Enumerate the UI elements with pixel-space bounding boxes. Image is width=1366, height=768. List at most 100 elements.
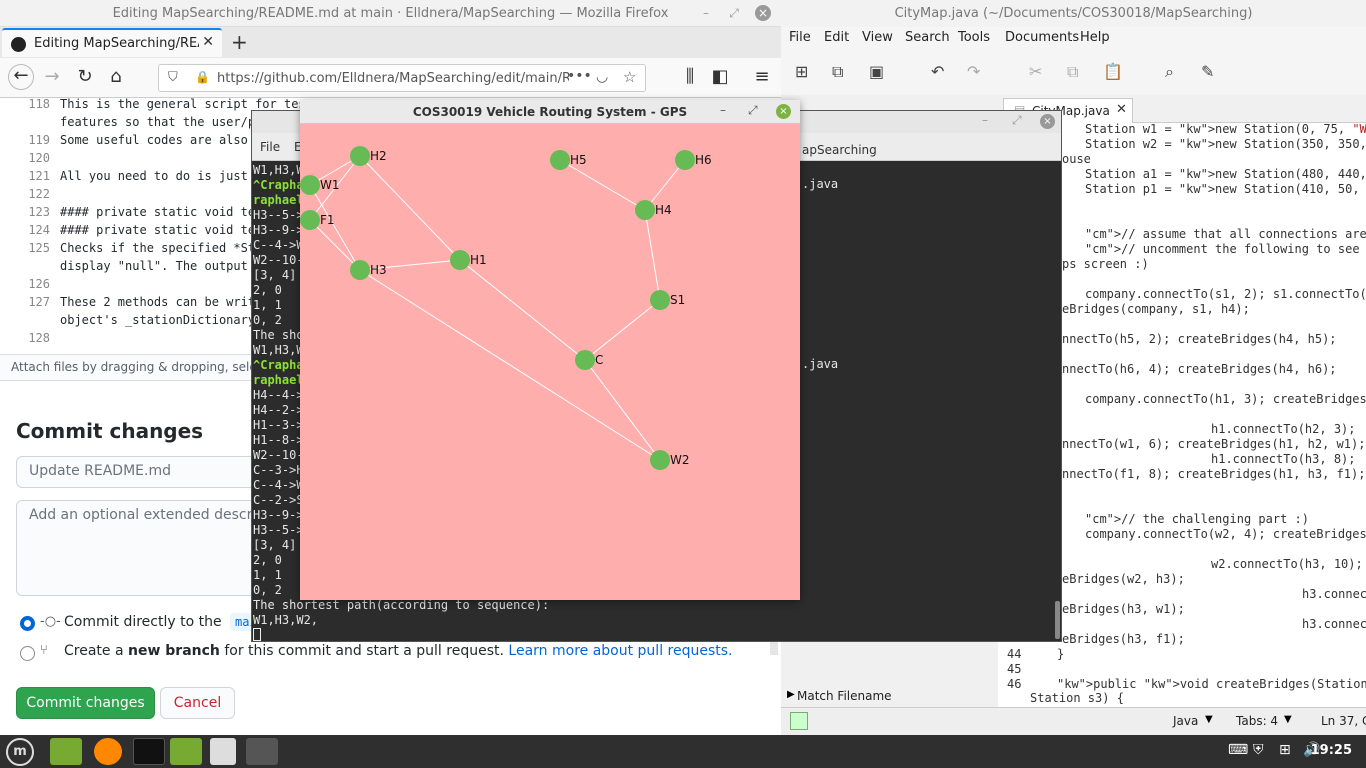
node-C[interactable] [575, 350, 595, 370]
gps-window: COS30019 Vehicle Routing System - GPS – … [300, 100, 800, 600]
commit-direct-radio[interactable] [20, 616, 35, 631]
terminal-icon[interactable] [133, 738, 165, 765]
library-icon[interactable]: ⫼ [678, 66, 702, 87]
forward-icon[interactable]: → [40, 66, 64, 87]
close-tab-icon[interactable]: ✕ [202, 34, 214, 50]
minimize-icon[interactable]: – [720, 103, 726, 117]
cut-icon[interactable]: ✂ [1029, 62, 1042, 81]
node-label-W2: W2 [670, 453, 690, 467]
menu-tools[interactable]: Tools [958, 30, 990, 45]
language-selector[interactable]: Java [1173, 714, 1198, 728]
editor-line-number: 44 [1007, 647, 1022, 661]
folder-icon[interactable] [170, 738, 202, 765]
clock[interactable]: 19:25 [1311, 743, 1352, 758]
firefox-icon[interactable] [94, 738, 122, 765]
minimize-icon[interactable]: – [982, 113, 988, 127]
terminal-line: 0, 2 [253, 583, 282, 597]
editor-code-line: Station w2 = "kw">new Station(350, 350, … [1085, 137, 1366, 151]
cursor-position: Ln 37, Co [1321, 714, 1366, 728]
paste-icon[interactable]: 📋 [1103, 62, 1123, 81]
keyboard-icon[interactable]: ⌨ [1228, 742, 1248, 758]
menu-icon[interactable]: ≡ [750, 66, 774, 87]
bookmark-star-icon[interactable]: ☆ [623, 68, 636, 86]
search-icon[interactable]: ⌕ [1165, 62, 1174, 82]
close-icon[interactable]: × [776, 104, 791, 119]
menu-edit[interactable]: Edit [824, 30, 849, 45]
node-H2[interactable] [350, 146, 370, 166]
expander-icon: ▶ [787, 689, 795, 700]
close-tab-icon[interactable]: ✕ [1116, 102, 1127, 117]
url-bar[interactable]: ⛉ 🔒 https://github.com/Elldnera/MapSearc… [158, 64, 646, 92]
node-H5[interactable] [550, 150, 570, 170]
terminal-line: H4--4-> [253, 388, 304, 402]
close-icon[interactable]: × [1040, 114, 1055, 129]
terminal-line: W1,H3,W [253, 163, 304, 177]
sidebar-icon[interactable]: ◧ [708, 66, 732, 87]
new-tab-icon[interactable]: + [231, 30, 248, 54]
code-line: #### private static void te [60, 205, 256, 219]
shield-icon[interactable]: ⛉ [168, 70, 178, 85]
maximize-icon[interactable]: ⤢ [726, 5, 742, 21]
text-editor-icon[interactable] [210, 738, 236, 765]
lock-icon[interactable]: 🔒 [195, 70, 210, 84]
tab-width-selector[interactable]: Tabs: 4 [1236, 714, 1278, 728]
editor-code-line: company.connectTo(h1, 3); createBridges( [1085, 392, 1366, 406]
terminal-line: W1,H3,W [253, 343, 304, 357]
save-icon[interactable]: ▣ [869, 62, 884, 81]
find-replace-icon[interactable]: ✎ [1201, 62, 1214, 81]
terminal-line: W1,H3,W2, [253, 613, 319, 627]
redo-icon[interactable]: ↷ [967, 62, 980, 81]
editor-code-line: "cm">// assume that all connections are … [1085, 227, 1366, 241]
terminal-line: ^Crapha [253, 178, 304, 192]
menu-help[interactable]: Help [1080, 30, 1110, 45]
open-icon[interactable]: ⧉ [832, 62, 843, 82]
copy-icon[interactable]: ⧉ [1067, 62, 1078, 82]
close-icon[interactable]: × [755, 5, 771, 21]
menu-file[interactable]: File [789, 30, 811, 45]
maximize-icon[interactable]: ⤢ [1012, 113, 1022, 128]
node-H4[interactable] [635, 200, 655, 220]
menu-search[interactable]: Search [905, 30, 950, 45]
cancel-button[interactable]: Cancel [160, 687, 235, 719]
editor-code-line: h1.connectTo(h2, 3); [1211, 422, 1356, 436]
home-icon[interactable]: ⌂ [104, 66, 128, 87]
editor-code-line: h1.connectTo(h3, 8); [1211, 452, 1356, 466]
new-document-icon[interactable]: ⊞ [795, 62, 808, 81]
undo-icon[interactable]: ↶ [931, 62, 944, 81]
menu-documents[interactable]: Documents [1005, 30, 1079, 45]
reload-icon[interactable]: ↻ [73, 66, 97, 87]
browser-tab[interactable]: Editing MapSearching/READM ✕ [2, 28, 222, 57]
node-S1[interactable] [650, 290, 670, 310]
node-H3[interactable] [350, 260, 370, 280]
editor-code-line: nnectTo(w1, 6); createBridges(h1, h2, w1… [1062, 437, 1366, 451]
terminal-menu-file[interactable]: File [260, 140, 280, 154]
mint-menu-icon[interactable]: m [4, 738, 36, 766]
terminal-scrollbar[interactable] [1055, 601, 1060, 639]
network-icon[interactable]: ⊞ [1279, 742, 1291, 758]
node-H6[interactable] [675, 150, 695, 170]
node-F1[interactable] [300, 210, 320, 230]
side-panel-icon[interactable] [790, 712, 808, 730]
java-app-icon[interactable] [246, 738, 278, 765]
shield-icon[interactable]: ⛨ [1253, 742, 1264, 758]
editor-code-line: "kw">public "kw">void createBridges(Stat… [1057, 677, 1366, 691]
commit-changes-button[interactable]: Commit changes [16, 687, 155, 719]
node-W2[interactable] [650, 450, 670, 470]
menu-view[interactable]: View [862, 30, 893, 45]
edge-C-S1 [584, 299, 661, 361]
editor-code-line: nnectTo(h5, 2); createBridges(h4, h5); [1062, 332, 1337, 346]
pocket-icon[interactable]: ◡ [596, 69, 608, 85]
node-H1[interactable] [450, 250, 470, 270]
node-W1[interactable] [300, 175, 320, 195]
minimize-icon[interactable]: – [698, 5, 714, 21]
learn-more-link[interactable]: Learn more about pull requests. [508, 643, 732, 659]
back-icon[interactable]: ← [8, 64, 34, 90]
editor-code-line: Station a1 = "kw">new Station(480, 440, … [1085, 167, 1366, 181]
code-line: features so that the user/p [60, 115, 256, 129]
files-icon[interactable] [50, 738, 82, 765]
page-actions-icon[interactable]: ••• [567, 68, 592, 84]
maximize-icon[interactable]: ⤢ [748, 103, 758, 118]
new-branch-radio[interactable] [20, 646, 35, 661]
match-filename-row[interactable]: ▶ Match Filename [781, 687, 998, 707]
route-map: H2 W1 F1 H3 H1 H5 H6 H4 S1 C W2 [300, 146, 712, 470]
